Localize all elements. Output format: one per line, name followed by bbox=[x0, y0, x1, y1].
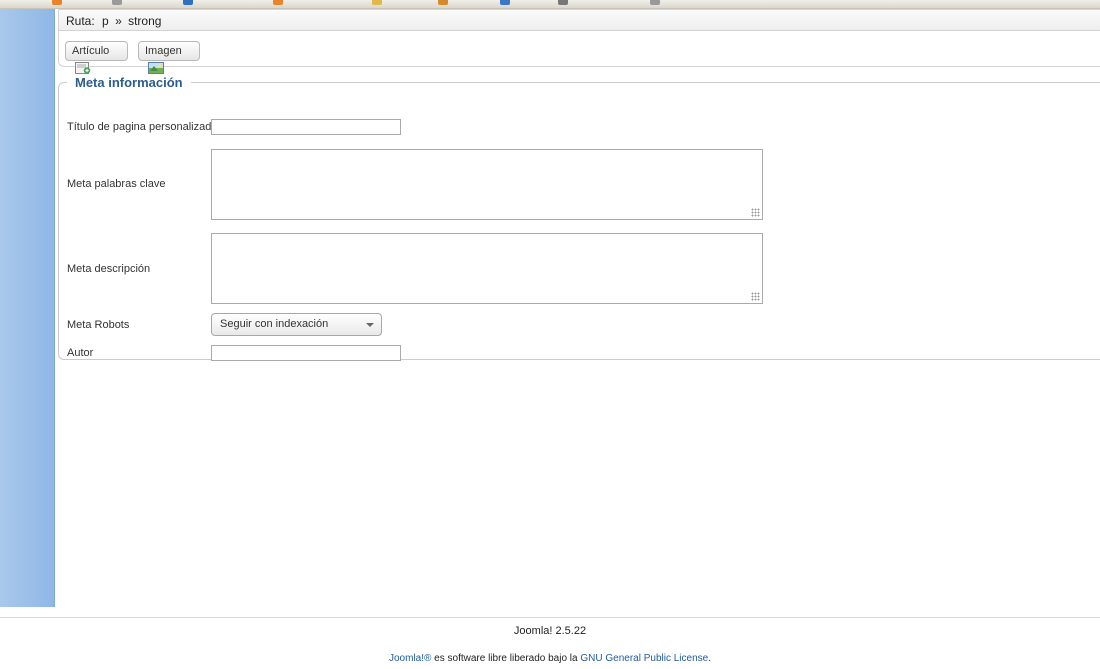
toolbar-icon[interactable] bbox=[500, 0, 510, 5]
toolbar-icon[interactable] bbox=[438, 0, 448, 5]
article-add-icon bbox=[75, 62, 91, 74]
gpl-license-link[interactable]: GNU General Public License bbox=[580, 653, 708, 664]
element-path-bar: Ruta: p » strong bbox=[58, 9, 1100, 31]
path-item-strong[interactable]: strong bbox=[128, 14, 161, 28]
footer-license: Joomla!® es software libre liberado bajo… bbox=[0, 653, 1100, 664]
toolbar-icon[interactable] bbox=[650, 0, 660, 5]
browser-toolbar-strip bbox=[0, 0, 1100, 9]
footer-divider bbox=[0, 617, 1100, 618]
left-sidebar bbox=[0, 9, 55, 607]
footer-version: Joomla! 2.5.22 bbox=[513, 625, 587, 637]
meta-keywords-textarea[interactable] bbox=[211, 149, 763, 220]
author-label: Autor bbox=[67, 347, 94, 359]
editor-buttons-row: Artículo Imagen bbox=[58, 31, 1100, 74]
chevron-down-icon bbox=[366, 323, 374, 327]
editor-main: Ruta: p » strong Artículo Imagen Meta in… bbox=[58, 9, 1100, 609]
meta-robots-label: Meta Robots bbox=[67, 319, 130, 331]
meta-info-fieldset: Meta información Título de pagina person… bbox=[58, 75, 1100, 361]
meta-robots-selected: Seguir con indexación bbox=[220, 318, 329, 330]
path-separator: » bbox=[115, 14, 122, 28]
license-text: es software libre liberado bajo la bbox=[434, 653, 578, 664]
image-button[interactable]: Imagen bbox=[138, 41, 200, 74]
image-icon bbox=[148, 62, 164, 74]
meta-info-legend: Meta información bbox=[75, 75, 183, 90]
toolbar-icon[interactable] bbox=[558, 0, 568, 5]
article-button-label: Artículo bbox=[72, 45, 110, 57]
meta-description-textarea[interactable] bbox=[211, 233, 763, 304]
meta-keywords-label: Meta palabras clave bbox=[67, 178, 166, 190]
toolbar-icon[interactable] bbox=[372, 0, 382, 5]
meta-description-label: Meta descripción bbox=[67, 263, 151, 275]
resize-grip-icon[interactable] bbox=[751, 208, 760, 217]
path-label: Ruta: bbox=[66, 14, 95, 28]
toolbar-icon[interactable] bbox=[183, 0, 193, 5]
custom-title-label: Título de pagina personalizado bbox=[67, 121, 218, 133]
meta-robots-select[interactable]: Seguir con indexación bbox=[211, 313, 382, 336]
resize-grip-icon[interactable] bbox=[751, 292, 760, 301]
image-button-label: Imagen bbox=[145, 45, 182, 57]
toolbar-icon[interactable] bbox=[273, 0, 283, 5]
path-item-p[interactable]: p bbox=[102, 14, 109, 28]
article-button[interactable]: Artículo bbox=[65, 41, 128, 74]
toolbar-icon[interactable] bbox=[52, 0, 62, 5]
author-input[interactable] bbox=[211, 345, 401, 361]
license-end: . bbox=[708, 653, 711, 664]
custom-title-input[interactable] bbox=[211, 119, 401, 135]
joomla-link[interactable]: Joomla!® bbox=[389, 653, 431, 664]
toolbar-icon[interactable] bbox=[112, 0, 122, 5]
